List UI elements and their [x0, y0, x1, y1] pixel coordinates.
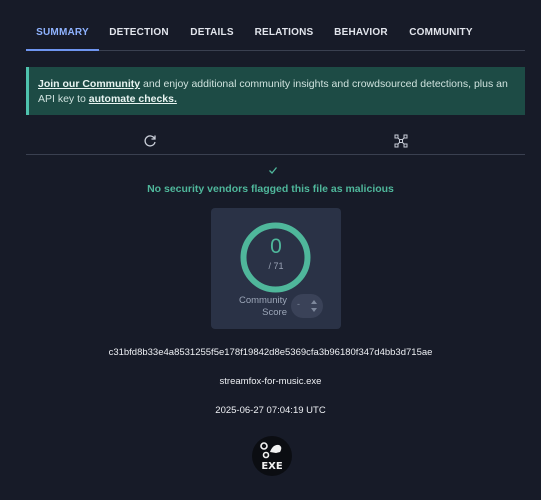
join-community-link[interactable]: Join our Community [38, 78, 140, 90]
community-banner: Join our Community and enjoy additional … [26, 67, 525, 115]
file-name: streamfox-for-music.exe [219, 376, 322, 387]
refresh-icon[interactable] [143, 134, 157, 148]
tab-detection[interactable]: DETECTION [106, 0, 172, 50]
verdict-text: No security vendors flagged this file as… [147, 183, 394, 195]
community-score-value: - [297, 299, 300, 309]
community-vote-control[interactable]: - [291, 294, 323, 318]
automate-checks-link[interactable]: automate checks. [89, 93, 177, 105]
tab-bar: SUMMARY DETECTION DETAILS RELATIONS BEHA… [26, 0, 525, 51]
exe-file-icon: EXE [252, 436, 292, 476]
graph-icon[interactable] [394, 134, 408, 148]
tab-summary[interactable]: SUMMARY [26, 0, 99, 51]
tab-community[interactable]: COMMUNITY [406, 0, 476, 50]
tab-relations[interactable]: RELATIONS [252, 0, 316, 50]
score-value: 0 [270, 235, 282, 258]
tab-behavior[interactable]: BEHAVIOR [330, 0, 392, 50]
file-hash: c31bfd8b33e4a8531255f5e178f19842d8e5369c… [108, 347, 433, 358]
score-total: / 71 [268, 261, 284, 271]
tab-details[interactable]: DETAILS [186, 0, 238, 50]
vote-arrows-icon[interactable] [310, 298, 318, 314]
action-toolbar [26, 128, 525, 155]
analysis-date: 2025-06-27 07:04:19 UTC [215, 405, 326, 416]
check-icon [269, 167, 278, 174]
detection-score-card: 0 / 71 Community Score - [211, 208, 341, 329]
file-type-label: EXE [261, 461, 283, 472]
community-score-label: Community Score [238, 295, 287, 318]
